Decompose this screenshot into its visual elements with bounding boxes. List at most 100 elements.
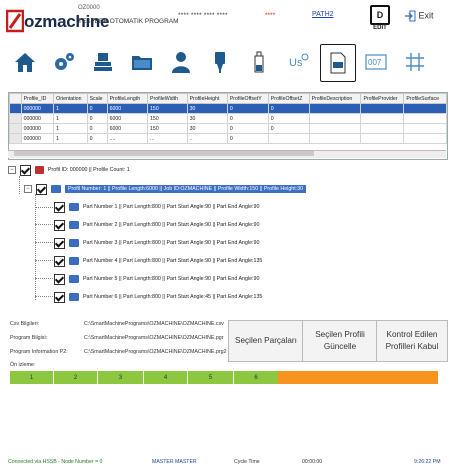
accept-profiles-button[interactable]: Kontrol Edilen Profilleri Kabul: [376, 320, 448, 362]
col-header-provider[interactable]: ProfileProvider: [360, 93, 405, 104]
table-cell[interactable]: 1: [53, 113, 88, 124]
table-cell[interactable]: [403, 133, 447, 144]
marker-button[interactable]: [203, 44, 237, 80]
row-header[interactable]: [9, 123, 22, 134]
checkbox-checked-icon[interactable]: [54, 273, 65, 285]
table-cell[interactable]: 0: [226, 133, 269, 144]
table-cell[interactable]: [360, 113, 405, 124]
table-cell[interactable]: [360, 123, 405, 134]
table-cell[interactable]: 1: [53, 103, 88, 114]
numbers-button[interactable]: 007: [359, 44, 393, 80]
table-cell[interactable]: 0: [267, 103, 310, 114]
table-cell[interactable]: 000000: [20, 133, 55, 144]
table-cell[interactable]: 30: [186, 123, 228, 134]
row-header[interactable]: [9, 113, 22, 124]
table-cell[interactable]: 150: [147, 103, 188, 114]
preview-segment[interactable]: 3: [98, 371, 144, 384]
col-header-width[interactable]: ProfileWidth: [147, 93, 188, 104]
table-cell[interactable]: 6000: [106, 103, 149, 114]
user-button[interactable]: [164, 44, 198, 80]
table-row[interactable]: 000000 1 0 6000 150 30 0 0: [9, 103, 447, 114]
table-cell[interactable]: 0: [267, 123, 310, 134]
checkbox-checked-icon[interactable]: [54, 201, 65, 213]
table-cell[interactable]: [360, 133, 405, 144]
col-header-description[interactable]: ProfileDescription: [308, 93, 362, 104]
open-file-button[interactable]: [320, 44, 356, 82]
table-cell[interactable]: [308, 113, 362, 124]
tree-node-part[interactable]: Part Number 5 || Part Length:800 || Part…: [54, 273, 259, 285]
table-cell[interactable]: [267, 133, 310, 144]
table-cell[interactable]: [308, 103, 362, 114]
col-header-offset-y[interactable]: ProfileOffsetY: [226, 93, 269, 104]
selected-parts-button[interactable]: Seçilen Parçaları: [228, 320, 304, 362]
col-header-length[interactable]: ProfileLength: [106, 93, 149, 104]
tree-node-part[interactable]: Part Number 6 || Part Length:800 || Part…: [54, 291, 262, 303]
table-cell[interactable]: 0: [86, 113, 108, 124]
row-header[interactable]: [9, 133, 22, 144]
checkbox-checked-icon[interactable]: [54, 255, 65, 267]
exit-button[interactable]: Exit: [404, 10, 444, 30]
table-cell[interactable]: 0: [226, 123, 269, 134]
row-header[interactable]: [9, 103, 22, 114]
checkbox-checked-icon[interactable]: [54, 291, 65, 303]
path-link[interactable]: PATH2: [312, 11, 334, 18]
col-header-orientation[interactable]: Orientation: [53, 93, 88, 104]
table-cell[interactable]: ....: [106, 133, 149, 144]
table-cell[interactable]: [403, 113, 447, 124]
table-cell[interactable]: [308, 133, 362, 144]
checkbox-checked-icon[interactable]: [54, 237, 65, 249]
table-cell[interactable]: 000000: [20, 123, 55, 134]
table-cell[interactable]: 0: [226, 103, 269, 114]
col-header-profile-id[interactable]: Profile_ID: [20, 93, 55, 104]
tree-node-part[interactable]: Part Number 4 || Part Length:800 || Part…: [54, 255, 262, 267]
machine-button[interactable]: [86, 44, 120, 80]
scrollbar-thumb[interactable]: [14, 151, 314, 156]
table-cell[interactable]: 0: [267, 113, 310, 124]
preview-segment[interactable]: 1: [10, 371, 54, 384]
preview-segment[interactable]: 4: [144, 371, 188, 384]
checkbox-checked-icon[interactable]: [20, 164, 31, 176]
preview-segment[interactable]: 2: [54, 371, 98, 384]
table-cell[interactable]: 0: [226, 113, 269, 124]
table-cell[interactable]: ..: [186, 133, 228, 144]
update-profile-button[interactable]: Seçilen Profili Güncelle: [302, 320, 378, 362]
table-cell[interactable]: 150: [147, 113, 188, 124]
table-cell[interactable]: 0: [86, 133, 108, 144]
col-header-height[interactable]: ProfileHeight: [186, 93, 228, 104]
grid-button[interactable]: [398, 44, 432, 80]
table-cell[interactable]: [308, 123, 362, 134]
preview-segment[interactable]: 5: [188, 371, 234, 384]
table-cell[interactable]: 30: [186, 113, 228, 124]
table-cell[interactable]: 0: [86, 123, 108, 134]
col-header-surface[interactable]: ProfileSurface: [403, 93, 447, 104]
table-cell[interactable]: 1: [53, 123, 88, 134]
folder-button[interactable]: [125, 44, 159, 80]
preview-segment[interactable]: 6: [234, 371, 278, 384]
table-cell[interactable]: ...: [147, 133, 188, 144]
edit-button[interactable]: D EDIT: [368, 5, 392, 33]
table-cell[interactable]: [403, 123, 447, 134]
table-cell[interactable]: 150: [147, 123, 188, 134]
checkbox-checked-icon[interactable]: [36, 183, 47, 195]
collapse-icon[interactable]: −: [24, 185, 32, 193]
table-cell[interactable]: 6000: [106, 123, 149, 134]
table-cell[interactable]: 0: [86, 103, 108, 114]
tree-node-part[interactable]: Part Number 2 || Part Length:800 || Part…: [54, 219, 259, 231]
tree-node-profile[interactable]: − Profil Number: 1 || Profile Length:600…: [24, 183, 307, 195]
col-header-scale[interactable]: Scale: [86, 93, 108, 104]
table-cell[interactable]: 6000: [106, 113, 149, 124]
checkbox-checked-icon[interactable]: [54, 219, 65, 231]
table-cell[interactable]: [403, 103, 447, 114]
table-cell[interactable]: 000000: [20, 103, 55, 114]
tree-node-part[interactable]: Part Number 3 || Part Length:800 || Part…: [54, 237, 259, 249]
settings-text-button[interactable]: Us: [281, 44, 315, 80]
home-button[interactable]: [8, 44, 42, 80]
col-header-offset-z[interactable]: ProfileOffsetZ: [267, 93, 310, 104]
gears-button[interactable]: [47, 44, 81, 80]
table-cell[interactable]: 30: [186, 103, 228, 114]
table-cell[interactable]: 000000: [20, 113, 55, 124]
table-row[interactable]: 000000 1 0 6000 150 30 0 0: [9, 123, 447, 134]
collapse-icon[interactable]: −: [8, 166, 16, 174]
tree-node-part[interactable]: Part Number 1 || Part Length:800 || Part…: [54, 201, 259, 213]
tree-node-root[interactable]: − Profil ID: 000000 || Profile Count: 1: [8, 164, 130, 176]
